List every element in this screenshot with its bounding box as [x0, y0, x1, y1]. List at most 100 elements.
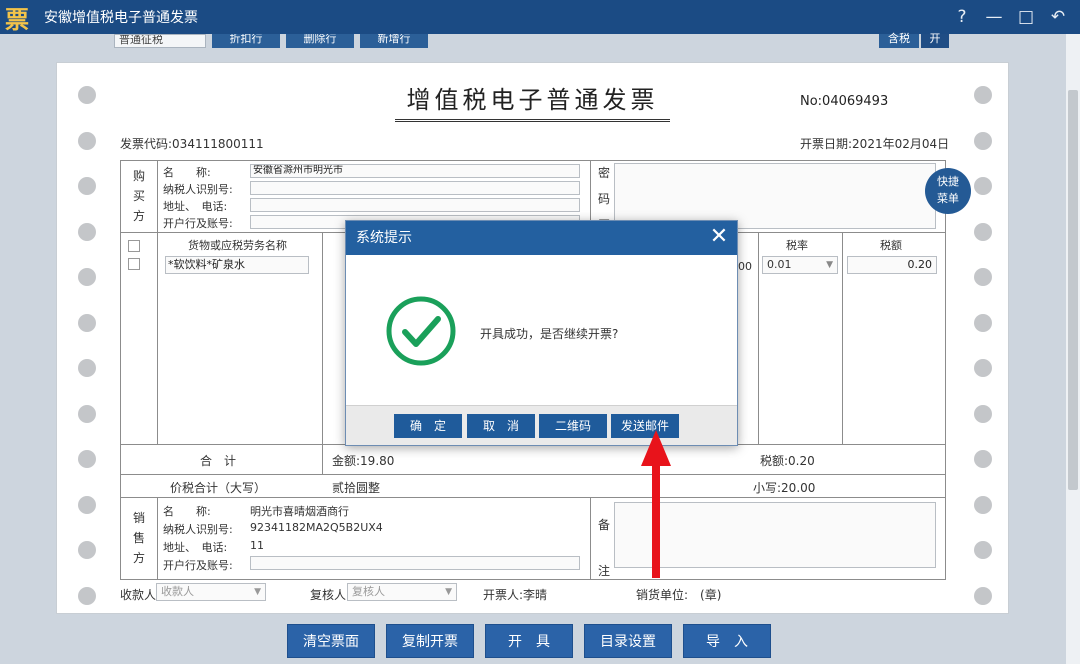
confirm-button[interactable]: 确 定	[394, 414, 462, 438]
divider	[120, 497, 946, 498]
invoice-code: 发票代码:034111800111	[120, 137, 264, 151]
close-icon[interactable]: ✕	[707, 221, 731, 255]
tax-included-label[interactable]: 含税	[879, 33, 919, 48]
divider	[157, 160, 158, 232]
punch-hole	[78, 495, 96, 514]
copy-invoice-button[interactable]: 复制开票	[386, 624, 474, 658]
tax-amount-field[interactable]: 0.20	[847, 256, 937, 274]
seller-bank-field[interactable]	[250, 556, 580, 570]
punch-hole	[78, 86, 96, 104]
punch-hole	[974, 313, 992, 332]
punch-hole	[78, 359, 96, 377]
tax-rate-column-header: 税率	[786, 239, 808, 252]
reviewer-select[interactable]: 复核人 ▼	[347, 583, 457, 601]
chevron-down-icon: ▼	[445, 587, 452, 597]
tax-mode-switch: 含税 开	[879, 33, 949, 48]
seller-name-label: 名 称:	[163, 505, 211, 518]
scrollbar-thumb[interactable]	[1068, 90, 1078, 490]
punch-hole	[974, 268, 992, 286]
clear-invoice-button[interactable]: 清空票面	[287, 624, 375, 658]
dialog-header: 系统提示 ✕	[346, 221, 737, 255]
total-label: 合 计	[200, 454, 237, 468]
punch-hole	[78, 404, 96, 423]
system-prompt-dialog: 系统提示 ✕ 开具成功，是否继续开票? 确 定 取 消 二维码 发送邮件	[345, 220, 738, 446]
seller-unit-label: 销货单位: (章)	[636, 588, 722, 602]
buyer-bank-label: 开户行及账号:	[163, 217, 233, 230]
buyer-name-field[interactable]: 安徽省滁州市明光市	[250, 164, 580, 178]
item-amount-value: 00	[738, 260, 752, 273]
punch-hole	[974, 404, 992, 423]
directory-settings-button[interactable]: 目录设置	[584, 624, 672, 658]
divider	[322, 233, 323, 474]
punch-hole	[78, 541, 96, 559]
buyer-side-label: 购买方	[132, 169, 145, 223]
punch-hole	[78, 268, 96, 286]
punch-hole	[974, 359, 992, 377]
invoice-number: No:04069493	[800, 94, 889, 109]
seller-name-value: 明光市喜晴烟酒商行	[250, 505, 349, 518]
reviewer-label: 复核人:	[310, 588, 351, 602]
select-all-checkbox[interactable]	[128, 240, 140, 252]
tax-mode-toggle[interactable]: 开	[921, 33, 949, 48]
chevron-down-icon: ▼	[826, 260, 833, 270]
punch-hole	[974, 177, 992, 195]
buyer-taxid-label: 纳税人识别号:	[163, 183, 233, 196]
app-title: 安徽增值税电子普通发票	[44, 10, 198, 26]
dialog-body: 开具成功，是否继续开票?	[346, 255, 737, 405]
add-row-button[interactable]: 新增行	[360, 34, 428, 48]
punch-hole	[78, 586, 96, 605]
punch-hole	[78, 313, 96, 332]
seller-bank-label: 开户行及账号:	[163, 559, 233, 572]
maximize-icon[interactable]: □	[1010, 0, 1042, 34]
invoice-title: 增值税电子普通发票	[395, 80, 670, 122]
divider	[590, 497, 591, 580]
dialog-message: 开具成功，是否继续开票?	[480, 327, 619, 341]
minimize-icon[interactable]: —	[978, 0, 1010, 34]
grand-total-lower: 小写:20.00	[753, 481, 816, 495]
top-toolbar: 普通征税 折扣行 删除行 新增行	[114, 34, 428, 48]
tax-amount-column-header: 税额	[880, 239, 902, 252]
help-icon[interactable]: ?	[946, 0, 978, 34]
issuer-label: 开票人:李晴	[483, 588, 548, 602]
seller-taxid-value: 92341182MA2Q5B2UX4	[250, 521, 383, 534]
import-button[interactable]: 导 入	[683, 624, 771, 658]
row-checkbox[interactable]	[128, 258, 140, 270]
divider	[120, 474, 946, 475]
app-logo-icon: 票	[0, 0, 34, 34]
punch-hole	[974, 222, 992, 241]
punch-hole	[78, 131, 96, 150]
issue-invoice-button[interactable]: 开 具	[485, 624, 573, 658]
punch-hole	[974, 86, 992, 104]
invoice-type-select[interactable]: 普通征税	[114, 34, 206, 48]
buyer-address-label: 地址、 电话:	[163, 200, 228, 213]
seller-address-value: 11	[250, 539, 264, 552]
chevron-down-icon: ▼	[254, 587, 261, 597]
dialog-title: 系统提示	[356, 230, 412, 246]
qr-code-button[interactable]: 二维码	[539, 414, 607, 438]
divider	[842, 233, 843, 444]
cancel-button[interactable]: 取 消	[467, 414, 535, 438]
punch-hole	[78, 222, 96, 241]
punch-hole	[78, 177, 96, 195]
punch-hole	[974, 495, 992, 514]
punch-hole	[974, 541, 992, 559]
back-icon[interactable]: ↶	[1042, 0, 1074, 34]
payee-select[interactable]: 收款人 ▼	[156, 583, 266, 601]
payee-label: 收款人:	[120, 588, 161, 602]
punch-hole	[78, 450, 96, 468]
delete-row-button[interactable]: 删除行	[286, 34, 354, 48]
invoice-date: 开票日期:2021年02月04日	[800, 137, 950, 151]
red-arrow-annotation	[641, 430, 671, 578]
item-name-field[interactable]: *软饮料*矿泉水	[165, 256, 309, 274]
divider	[758, 233, 759, 444]
discount-row-button[interactable]: 折扣行	[212, 34, 280, 48]
quick-menu-button[interactable]: 快捷 菜单	[925, 168, 971, 214]
dialog-footer: 确 定 取 消 二维码 发送邮件	[346, 405, 737, 445]
divider	[157, 233, 158, 444]
title-bar: 票 安徽增值税电子普通发票 ? — □ ↶	[0, 0, 1080, 34]
buyer-address-field[interactable]	[250, 198, 580, 212]
buyer-taxid-field[interactable]	[250, 181, 580, 195]
grand-total-label: 价税合计（大写）	[170, 481, 267, 495]
tax-rate-select[interactable]: 0.01 ▼	[762, 256, 838, 274]
remark-label: 备注	[597, 518, 610, 578]
